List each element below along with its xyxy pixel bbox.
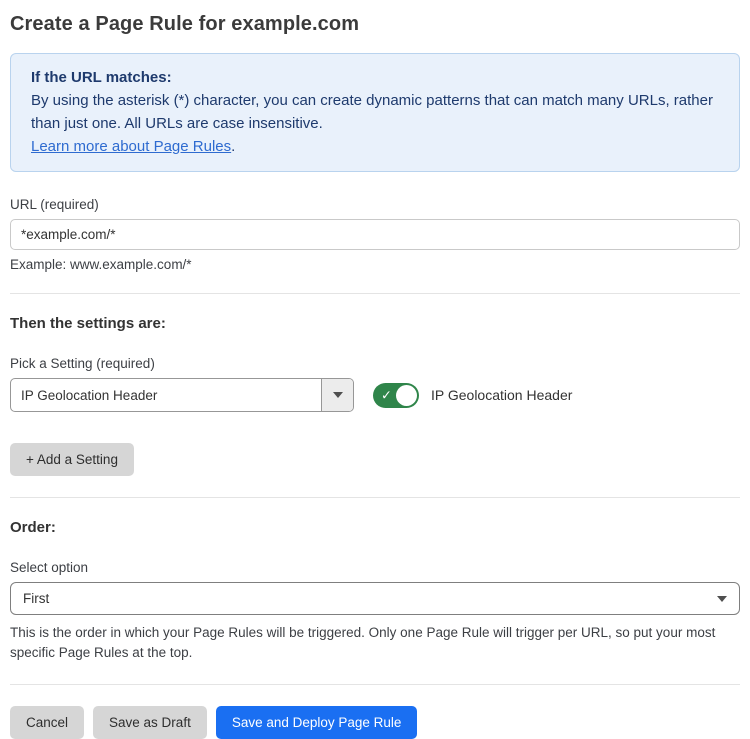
add-setting-button[interactable]: + Add a Setting <box>10 443 134 476</box>
url-label: URL (required) <box>10 197 740 212</box>
cancel-button[interactable]: Cancel <box>10 706 84 739</box>
pick-setting-label: Pick a Setting (required) <box>10 356 740 371</box>
divider <box>10 497 740 498</box>
url-example-text: Example: www.example.com/* <box>10 257 740 272</box>
setting-dropdown-value: IP Geolocation Header <box>11 379 321 411</box>
checkmark-icon: ✓ <box>381 389 392 402</box>
divider <box>10 293 740 294</box>
setting-dropdown[interactable]: IP Geolocation Header <box>10 378 354 412</box>
order-helper-text: This is the order in which your Page Rul… <box>10 623 740 663</box>
info-box-link-line: Learn more about Page Rules. <box>31 135 719 158</box>
form-actions: Cancel Save as Draft Save and Deploy Pag… <box>10 706 740 739</box>
page-rule-form: Create a Page Rule for example.com If th… <box>0 0 750 739</box>
select-option-label: Select option <box>10 560 740 575</box>
learn-more-link[interactable]: Learn more about Page Rules <box>31 138 231 155</box>
info-box-body: By using the asterisk (*) character, you… <box>31 89 719 135</box>
toggle-knob <box>396 385 417 406</box>
chevron-down-icon <box>333 392 343 398</box>
toggle-label: IP Geolocation Header <box>431 387 572 403</box>
url-input[interactable] <box>10 219 740 250</box>
settings-section-heading: Then the settings are: <box>10 315 740 332</box>
info-box-heading: If the URL matches: <box>31 66 719 89</box>
url-match-info-box: If the URL matches: By using the asteris… <box>10 53 740 172</box>
order-section-heading: Order: <box>10 519 740 536</box>
order-select[interactable]: First <box>10 582 740 615</box>
setting-row: IP Geolocation Header ✓ IP Geolocation H… <box>10 378 740 412</box>
save-draft-button[interactable]: Save as Draft <box>93 706 207 739</box>
divider <box>10 684 740 685</box>
page-title: Create a Page Rule for example.com <box>10 13 740 36</box>
order-select-value: First <box>23 591 49 606</box>
ip-geolocation-toggle[interactable]: ✓ <box>373 383 419 408</box>
save-deploy-button[interactable]: Save and Deploy Page Rule <box>216 706 418 739</box>
link-suffix: . <box>231 138 235 155</box>
select-arrow-icon <box>717 596 727 602</box>
setting-dropdown-button[interactable] <box>321 379 353 411</box>
